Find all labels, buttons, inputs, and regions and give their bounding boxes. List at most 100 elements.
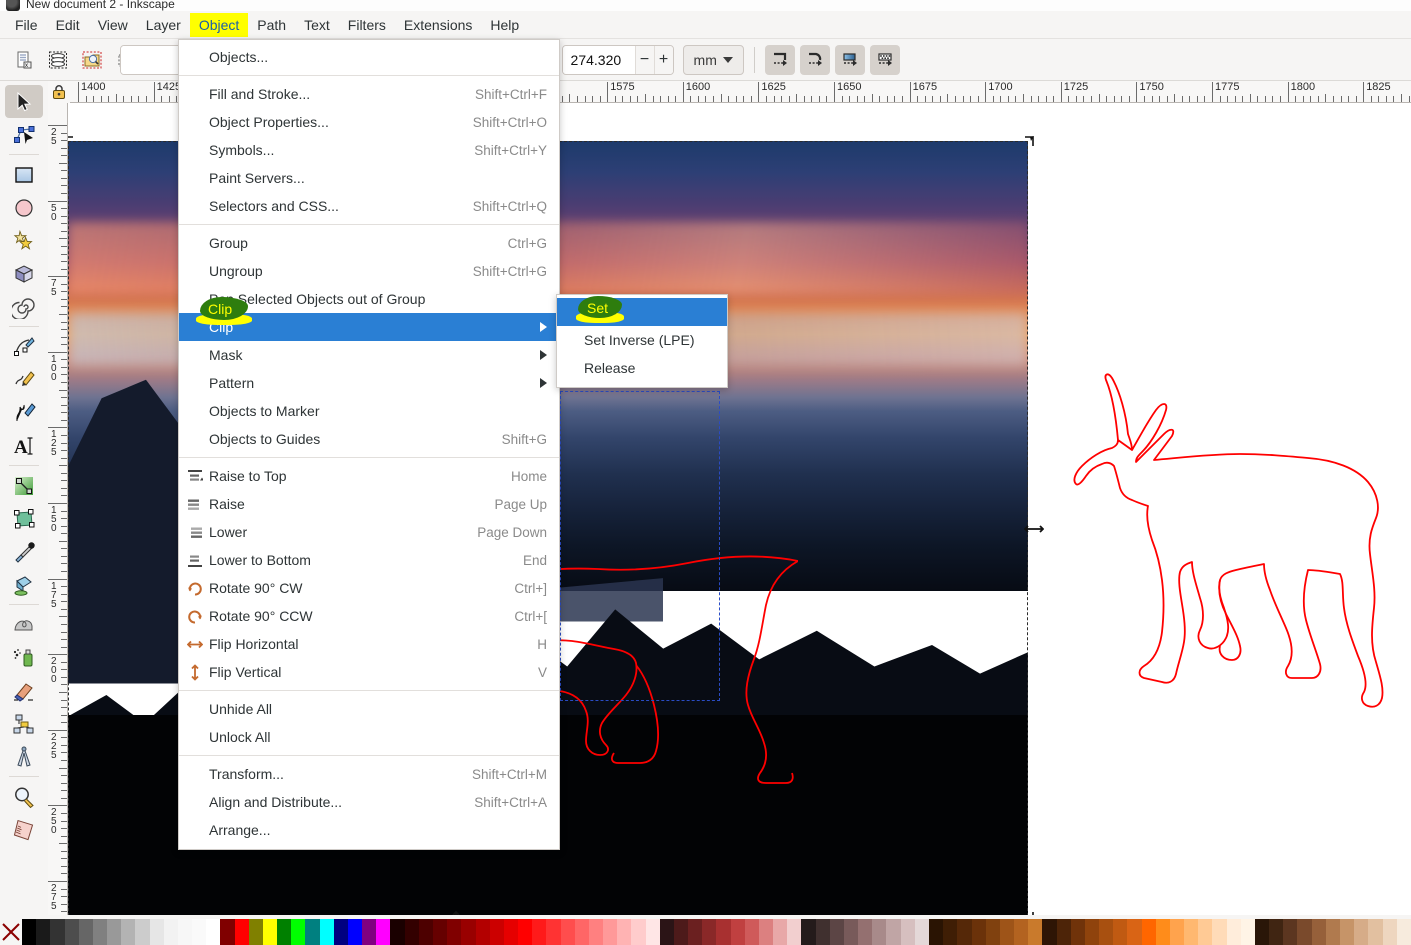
spiral-tool[interactable] [5, 290, 43, 323]
pencil-tool[interactable] [5, 363, 43, 396]
palette-swatch[interactable] [206, 919, 220, 945]
palette-swatch[interactable] [1340, 919, 1354, 945]
affect-stroke-width-button[interactable] [765, 45, 795, 75]
palette-swatch[interactable] [390, 919, 404, 945]
selection-handle-top-right[interactable] [1022, 135, 1034, 147]
dropper-tool[interactable] [5, 535, 43, 568]
menu-filters[interactable]: Filters [339, 13, 395, 37]
object-menu-item-object-properties[interactable]: Object Properties...Shift+Ctrl+O [179, 108, 559, 136]
palette-swatch[interactable] [22, 919, 36, 945]
palette-swatch[interactable] [277, 919, 291, 945]
object-menu-item-lower[interactable]: LowerPage Down [179, 518, 559, 546]
gradient-tool[interactable] [5, 469, 43, 502]
menu-layer[interactable]: Layer [137, 13, 190, 37]
paintbucket-tool[interactable] [5, 568, 43, 601]
menu-object[interactable]: Object [190, 13, 248, 37]
palette-swatch[interactable] [291, 919, 305, 945]
palette-swatch[interactable] [362, 919, 376, 945]
palette-swatch[interactable] [1227, 919, 1241, 945]
object-menu-item-clip[interactable]: Clip [179, 313, 559, 341]
palette-swatch[interactable] [1241, 919, 1255, 945]
bezier-tool[interactable] [5, 330, 43, 363]
palette-swatch[interactable] [93, 919, 107, 945]
object-menu-item-selectors-and-css[interactable]: Selectors and CSS...Shift+Ctrl+Q [179, 192, 559, 220]
palette-swatch[interactable] [263, 919, 277, 945]
tweak-tool[interactable] [5, 608, 43, 641]
star-tool[interactable] [5, 224, 43, 257]
palette-swatch[interactable] [844, 919, 858, 945]
object-menu-item-objects[interactable]: Objects... [179, 43, 559, 71]
object-menu-item-group[interactable]: GroupCtrl+G [179, 229, 559, 257]
palette-swatch[interactable] [886, 919, 900, 945]
palette-swatch[interactable] [405, 919, 419, 945]
palette-swatch[interactable] [561, 919, 575, 945]
palette-swatch[interactable] [1028, 919, 1042, 945]
palette-swatch[interactable] [1014, 919, 1028, 945]
palette-swatch[interactable] [688, 919, 702, 945]
h-value[interactable]: 274.320 [563, 46, 635, 74]
palette-swatch[interactable] [1212, 919, 1226, 945]
none-color-swatch[interactable] [0, 919, 22, 945]
palette-swatch[interactable] [745, 919, 759, 945]
object-menu-item-flip-vertical[interactable]: Flip VerticalV [179, 658, 559, 686]
palette-swatch[interactable] [476, 919, 490, 945]
document-properties-icon[interactable] [78, 46, 106, 74]
palette-swatch[interactable] [1354, 919, 1368, 945]
palette-swatch[interactable] [872, 919, 886, 945]
h-decrement-button[interactable]: − [635, 46, 654, 74]
palette-swatch[interactable] [915, 919, 929, 945]
eraser-tool[interactable] [5, 674, 43, 707]
palette-swatch[interactable] [1297, 919, 1311, 945]
menu-help[interactable]: Help [481, 13, 528, 37]
palette-swatch[interactable] [716, 919, 730, 945]
palette-swatch[interactable] [660, 919, 674, 945]
xml-editor-icon[interactable] [44, 46, 72, 74]
palette-swatch[interactable] [957, 919, 971, 945]
object-menu-item-transform[interactable]: Transform...Shift+Ctrl+M [179, 760, 559, 788]
palette-swatch[interactable] [858, 919, 872, 945]
palette-swatch[interactable] [1368, 919, 1382, 945]
palette-swatch[interactable] [1383, 919, 1397, 945]
palette-swatch[interactable] [1057, 919, 1071, 945]
palette-swatch[interactable] [461, 919, 475, 945]
palette-swatch[interactable] [65, 919, 79, 945]
palette-swatch[interactable] [433, 919, 447, 945]
palette-swatch[interactable] [1397, 919, 1411, 945]
palette-swatch[interactable] [121, 919, 135, 945]
palette-swatch[interactable] [1312, 919, 1326, 945]
palette-swatch[interactable] [830, 919, 844, 945]
palette-swatch[interactable] [419, 919, 433, 945]
h-spinbox[interactable]: 274.320 − + [562, 45, 674, 75]
palette-swatch[interactable] [1156, 919, 1170, 945]
deer-outline-path-right[interactable] [1068, 358, 1408, 718]
object-menu-item-unlock-all[interactable]: Unlock All [179, 723, 559, 751]
palette-swatch[interactable] [575, 919, 589, 945]
palette-swatch[interactable] [135, 919, 149, 945]
object-menu-item-mask[interactable]: Mask [179, 341, 559, 369]
affect-rounded-corners-button[interactable] [800, 45, 830, 75]
object-menu-item-fill-and-stroke[interactable]: Fill and Stroke...Shift+Ctrl+F [179, 80, 559, 108]
palette-swatch[interactable] [787, 919, 801, 945]
menu-file[interactable]: File [6, 13, 47, 37]
vertical-ruler[interactable]: 2 55 07 51 0 01 2 51 5 01 7 52 0 02 2 52… [48, 103, 68, 915]
palette-swatch[interactable] [107, 919, 121, 945]
menu-path[interactable]: Path [248, 13, 295, 37]
connector-tool[interactable] [5, 707, 43, 740]
color-palette[interactable] [0, 919, 1411, 945]
palette-swatch[interactable] [1184, 919, 1198, 945]
object-menu-item-rotate-90-cw[interactable]: Rotate 90° CWCtrl+] [179, 574, 559, 602]
object-menu-item-flip-horizontal[interactable]: Flip HorizontalH [179, 630, 559, 658]
clip-submenu[interactable]: SetSet Inverse (LPE)Release [556, 294, 728, 388]
palette-swatch[interactable] [1170, 919, 1184, 945]
object-menu-item-align-and-distribute[interactable]: Align and Distribute...Shift+Ctrl+A [179, 788, 559, 816]
palette-swatch[interactable] [901, 919, 915, 945]
affect-patterns-button[interactable] [870, 45, 900, 75]
palette-swatch[interactable] [1000, 919, 1014, 945]
clip-submenu-item-set[interactable]: Set [557, 298, 727, 326]
calligraphy-tool[interactable] [5, 396, 43, 429]
palette-swatch[interactable] [943, 919, 957, 945]
spray-tool[interactable] [5, 641, 43, 674]
palette-swatch[interactable] [646, 919, 660, 945]
export-document-icon[interactable]: x [10, 46, 38, 74]
object-menu-item-rotate-90-ccw[interactable]: Rotate 90° CCWCtrl+[ [179, 602, 559, 630]
